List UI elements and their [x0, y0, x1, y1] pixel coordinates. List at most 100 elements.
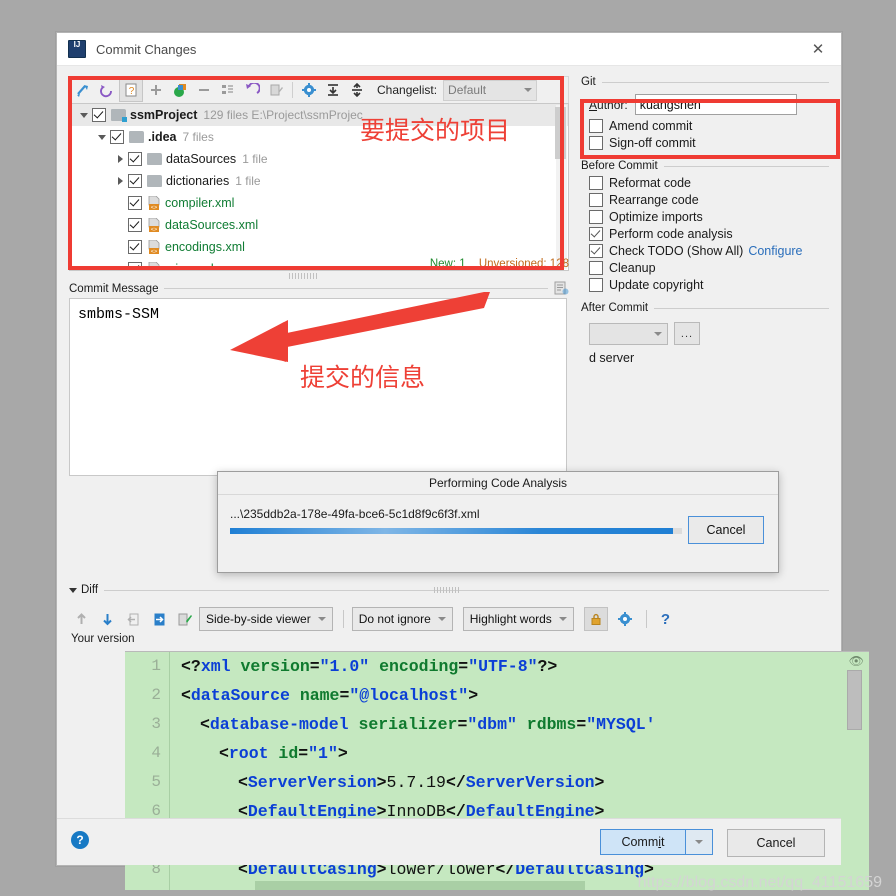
- remove-icon[interactable]: [193, 79, 215, 101]
- ignore-mode-dropdown[interactable]: Do not ignore: [351, 607, 453, 631]
- apply-left-icon[interactable]: [121, 607, 145, 631]
- diff-section-header[interactable]: Diff: [69, 584, 829, 596]
- gear-icon[interactable]: [614, 607, 638, 631]
- signoff-commit-checkbox[interactable]: Sign-off commit: [589, 136, 829, 150]
- before-commit-checkbox[interactable]: Reformat code: [589, 176, 829, 190]
- xml-file-icon: <>: [147, 195, 161, 211]
- before-commit-checkbox[interactable]: Rearrange code: [589, 193, 829, 207]
- show-diff-icon[interactable]: ?: [119, 78, 143, 102]
- author-row: Author: kuangshen: [589, 94, 829, 115]
- commit-button[interactable]: Comm i t: [600, 829, 686, 855]
- help-icon[interactable]: ?: [661, 611, 670, 628]
- before-commit-label: Update copyright: [609, 278, 704, 292]
- new-count: New: 1: [429, 258, 466, 270]
- changelist-dropdown[interactable]: Default: [443, 79, 538, 101]
- diff-horizontal-scrollbar[interactable]: [255, 881, 585, 890]
- progress-dialog-title: Performing Code Analysis: [218, 472, 778, 495]
- before-commit-checkbox[interactable]: Perform code analysis: [589, 227, 829, 241]
- revert-icon[interactable]: [241, 79, 263, 101]
- edit-source-icon[interactable]: [265, 79, 287, 101]
- tree-row-checkbox[interactable]: [128, 152, 142, 166]
- expand-all-icon[interactable]: [322, 79, 344, 101]
- after-commit-row: ...: [589, 322, 829, 345]
- xml-file-icon: <>: [147, 261, 161, 270]
- commit-button-group: Comm i t: [600, 829, 713, 855]
- diff-splitter-grip[interactable]: [434, 586, 461, 593]
- highlight-mode-dropdown[interactable]: Highlight words: [462, 607, 574, 631]
- toolbar-divider: [645, 610, 647, 628]
- tree-row-checkbox[interactable]: [110, 130, 124, 144]
- group-by-icon[interactable]: [217, 79, 239, 101]
- configure-link[interactable]: Configure: [748, 244, 802, 258]
- diff-vertical-scrollbar-thumb[interactable]: [847, 670, 862, 730]
- svg-text:<>: <>: [151, 249, 157, 254]
- tree-row[interactable]: dataSources 1 file: [70, 148, 568, 170]
- lock-icon[interactable]: [583, 607, 608, 631]
- code-token: ServerVersion: [247, 773, 377, 792]
- author-input[interactable]: kuangshen: [634, 94, 797, 115]
- after-commit-dropdown[interactable]: [589, 322, 668, 345]
- divider: [663, 165, 829, 167]
- code-token: "1.0": [319, 657, 370, 676]
- xml-file-icon: <>: [147, 217, 161, 233]
- before-commit-checkbox[interactable]: Check TODO (Show All) Configure: [589, 244, 829, 258]
- tree-twisty-down-icon[interactable]: [94, 135, 110, 140]
- before-commit-checkbox[interactable]: Update copyright: [589, 278, 829, 292]
- intellij-idea-logo-icon: [68, 40, 86, 58]
- previous-difference-icon[interactable]: [69, 607, 93, 631]
- edit-source-icon[interactable]: [173, 607, 197, 631]
- tree-row[interactable]: <> dataSources.xml: [70, 214, 568, 236]
- before-commit-label: Reformat code: [609, 176, 691, 190]
- tree-vertical-scrollbar[interactable]: [555, 105, 567, 269]
- eye-icon[interactable]: 👁: [849, 654, 864, 668]
- collapse-all-icon[interactable]: [346, 79, 368, 101]
- tree-row-checkbox[interactable]: [128, 240, 142, 254]
- code-token: =: [458, 657, 469, 676]
- tree-twisty-right-icon[interactable]: [112, 155, 128, 163]
- message-history-icon[interactable]: [554, 281, 569, 296]
- rollback-icon[interactable]: [95, 79, 117, 101]
- annotation-text-message: 提交的信息: [300, 363, 426, 392]
- amend-commit-checkbox[interactable]: Amend commit: [589, 119, 829, 133]
- before-commit-checkbox[interactable]: Cleanup: [589, 261, 829, 275]
- tree-row[interactable]: dictionaries 1 file: [70, 170, 568, 192]
- cancel-button[interactable]: Cancel: [727, 829, 825, 857]
- tree-row[interactable]: <> encodings.xml: [70, 236, 568, 258]
- tree-scrollbar-thumb[interactable]: [555, 107, 566, 159]
- splitter-grip[interactable]: [289, 273, 319, 279]
- folder-icon: [129, 131, 144, 143]
- apply-right-icon[interactable]: [147, 607, 171, 631]
- folder-icon: [147, 153, 162, 165]
- add-icon[interactable]: [145, 79, 167, 101]
- tree-row-meta: 7 files: [182, 130, 214, 144]
- commit-options-panel: Git Author: kuangshen Amend commit Sign-…: [581, 76, 829, 365]
- code-token: "@localhost": [349, 686, 469, 705]
- browse-button[interactable]: ...: [674, 322, 700, 345]
- tree-twisty-right-icon[interactable]: [112, 177, 128, 185]
- code-token: encoding: [379, 657, 459, 676]
- before-commit-checkbox[interactable]: Optimize imports: [589, 210, 829, 224]
- tree-row-checkbox[interactable]: [128, 218, 142, 232]
- close-icon[interactable]: ✕: [795, 34, 841, 65]
- code-token: ?>: [537, 657, 558, 676]
- tree-twisty-down-icon[interactable]: [76, 113, 92, 118]
- code-token: =: [576, 715, 587, 734]
- code-token: =: [457, 715, 468, 734]
- code-token: >: [594, 773, 605, 792]
- tree-row[interactable]: <> compiler.xml: [70, 192, 568, 214]
- folder-icon: [147, 175, 162, 187]
- tree-row-checkbox[interactable]: [128, 262, 142, 270]
- next-difference-icon[interactable]: [95, 607, 119, 631]
- help-icon[interactable]: ?: [71, 831, 89, 849]
- move-to-changelist-icon[interactable]: [169, 79, 191, 101]
- tree-row-checkbox[interactable]: [92, 108, 106, 122]
- refresh-arrow-icon[interactable]: [71, 79, 93, 101]
- progress-cancel-button[interactable]: Cancel: [688, 516, 764, 544]
- settings-gear-icon[interactable]: [298, 79, 320, 101]
- tree-row-checkbox[interactable]: [128, 174, 142, 188]
- tree-row-name: ssmProject: [130, 108, 198, 122]
- viewer-mode-dropdown[interactable]: Side-by-side viewer: [199, 607, 333, 631]
- tree-row-name: dataSources: [166, 152, 237, 166]
- commit-dropdown-button[interactable]: [686, 829, 713, 855]
- tree-row-checkbox[interactable]: [128, 196, 142, 210]
